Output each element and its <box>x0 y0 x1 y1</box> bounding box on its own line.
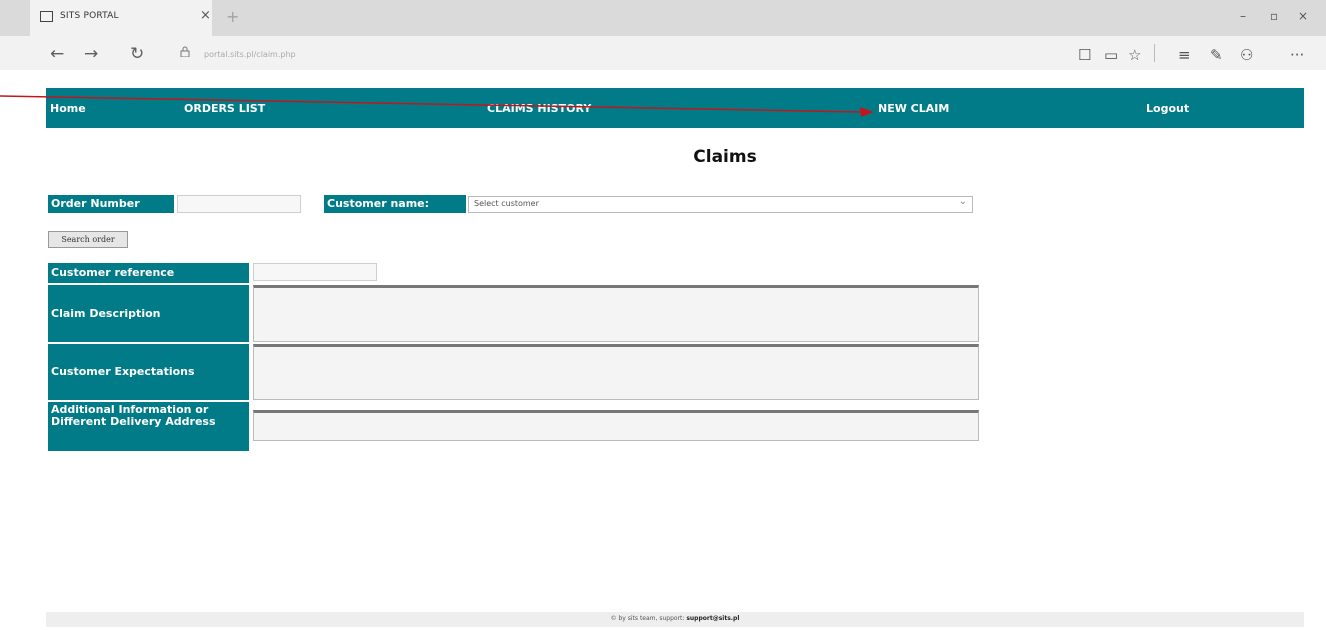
footer-text: © by sits team, support: support@sits.pl <box>46 615 1304 622</box>
close-window-icon[interactable]: × <box>1298 9 1308 23</box>
forward-icon[interactable]: → <box>84 44 98 64</box>
lock-icon <box>180 46 190 57</box>
nav-logout[interactable]: Logout <box>1146 102 1189 115</box>
back-icon[interactable]: ← <box>50 44 64 64</box>
close-tab-icon[interactable]: × <box>200 8 211 23</box>
toolbar-divider <box>1154 44 1155 62</box>
page-icon <box>40 11 53 22</box>
new-tab-icon[interactable]: + <box>226 7 239 26</box>
more-icon[interactable]: ··· <box>1290 46 1304 64</box>
claim-description-textarea[interactable] <box>253 285 979 342</box>
additional-information-label: Additional Information or Different Deli… <box>48 402 249 451</box>
customer-expectations-textarea[interactable] <box>253 344 979 400</box>
browser-tab[interactable]: SITS PORTAL × <box>30 0 212 36</box>
tab-title: SITS PORTAL <box>60 11 119 21</box>
customer-select[interactable]: Select customer ⌄ <box>468 196 973 213</box>
refresh-icon[interactable]: ↻ <box>130 44 144 64</box>
hub-icon[interactable]: ≡ <box>1178 46 1191 64</box>
claim-description-label: Claim Description <box>48 285 249 342</box>
customer-reference-input[interactable] <box>253 263 377 281</box>
customer-name-label: Customer name: <box>324 195 466 213</box>
restore-icon[interactable]: ▫ <box>1270 9 1278 23</box>
minimize-icon[interactable]: – <box>1240 9 1246 23</box>
order-number-input[interactable] <box>177 195 301 213</box>
share-icon[interactable]: ⚇ <box>1240 46 1253 64</box>
annotation-arrow <box>0 95 874 117</box>
page-title: Claims <box>693 147 757 167</box>
support-email-link[interactable]: support@sits.pl <box>686 615 739 622</box>
search-order-button[interactable]: Search order <box>48 231 128 248</box>
additional-information-textarea[interactable] <box>253 410 979 441</box>
order-number-label: Order Number <box>48 195 174 213</box>
web-notes-icon[interactable]: ✎ <box>1210 46 1223 64</box>
reading-list-icon[interactable]: ▭ <box>1104 46 1118 64</box>
reading-view-icon[interactable]: ☐ <box>1078 46 1091 64</box>
customer-select-value: Select customer <box>474 199 539 208</box>
chevron-down-icon: ⌄ <box>958 196 967 207</box>
url-field[interactable]: portal.sits.pl/claim.php <box>204 50 296 59</box>
footer: © by sits team, support: support@sits.pl <box>46 612 1304 627</box>
customer-expectations-label: Customer Expectations <box>48 344 249 400</box>
customer-reference-label: Customer reference <box>48 263 249 283</box>
favorite-star-icon[interactable]: ☆ <box>1128 46 1141 64</box>
footer-copyright: © by sits team, support: <box>610 615 685 622</box>
